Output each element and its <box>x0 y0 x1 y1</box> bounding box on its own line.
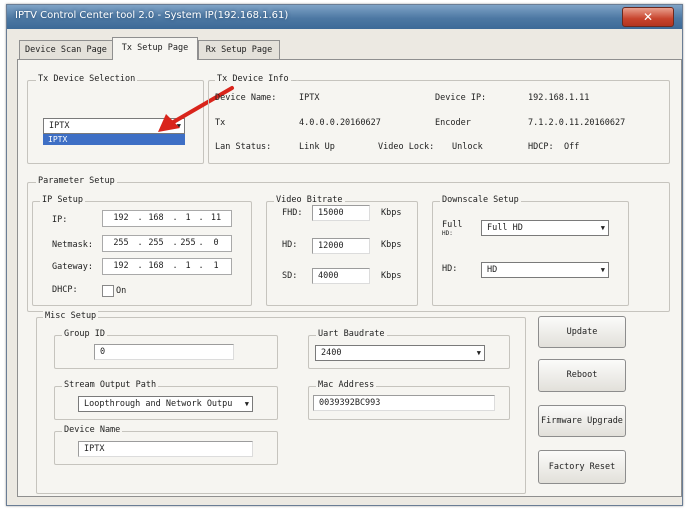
netmask-label: Netmask: <box>52 240 93 250</box>
tx-device-selected-value: IPTX <box>49 121 70 131</box>
ip-setup-title: IP Setup <box>40 195 85 205</box>
tx-device-selection-title: Tx Device Selection <box>36 74 138 84</box>
gateway-label: Gateway: <box>52 262 93 272</box>
fhd-bitrate-input[interactable]: 15000 <box>312 205 370 221</box>
uart-baudrate-value: 2400 <box>321 348 342 358</box>
hdcp-label: HDCP: <box>528 142 554 152</box>
full-hd-downscale-value: Full HD <box>487 223 523 233</box>
hd-downscale-value: HD <box>487 265 498 275</box>
netmask-input[interactable]: 255 . 255 . 255 . 0 <box>102 235 232 252</box>
tx-version-value: 4.0.0.0.20160627 <box>299 118 381 128</box>
stream-output-value: Loopthrough and Network Outpu <box>84 399 233 409</box>
reboot-button[interactable]: Reboot <box>538 359 626 392</box>
chevron-down-icon: ▼ <box>600 266 605 274</box>
hd-bitrate-input[interactable]: 12000 <box>312 238 370 254</box>
ip-label: IP: <box>52 215 68 225</box>
hdcp-value: Off <box>564 142 580 152</box>
full-hd-downscale-select[interactable]: Full HD ▼ <box>481 220 609 236</box>
downscale-setup-group <box>432 201 629 306</box>
ip-octet-2: 168 <box>148 213 164 223</box>
title-bar: IPTV Control Center tool 2.0 - System IP… <box>7 5 682 29</box>
sd-unit: Kbps <box>381 271 402 281</box>
device-name-value: IPTX <box>299 93 320 103</box>
netmask-octet-1: 255 <box>113 238 129 248</box>
close-button[interactable]: ✕ <box>622 7 674 27</box>
mac-address-label: Mac Address <box>316 380 377 390</box>
hd-unit: Kbps <box>381 240 402 250</box>
tx-version-label: Tx <box>215 118 226 128</box>
sd-label: SD: <box>282 271 298 281</box>
uart-baudrate-select[interactable]: 2400 ▼ <box>315 345 485 361</box>
gateway-octet-2: 168 <box>148 261 164 271</box>
app-window: IPTV Control Center tool 2.0 - System IP… <box>6 4 683 506</box>
tx-setup-panel: Tx Device Selection IPTX ▼ IPTX Tx Devic… <box>17 59 682 497</box>
misc-device-name-label: Device Name <box>62 425 123 435</box>
tab-rx-setup[interactable]: Rx Setup Page <box>198 40 280 59</box>
ip-octet-4: 11 <box>210 213 222 223</box>
chevron-down-icon: ▼ <box>600 224 605 232</box>
device-ip-label: Device IP: <box>435 93 487 103</box>
stream-output-select[interactable]: Loopthrough and Network Outpu ▼ <box>78 396 253 412</box>
ip-octet-1: 192 <box>113 213 129 223</box>
lan-status-value: Link Up <box>299 142 335 152</box>
ip-address-input[interactable]: 192 . 168 . 1 . 11 <box>102 210 232 227</box>
fhd-label: FHD: <box>282 208 303 218</box>
sd-bitrate-input[interactable]: 4000 <box>312 268 370 284</box>
group-id-input[interactable]: 0 <box>94 344 234 360</box>
hd-label: HD: <box>282 240 298 250</box>
netmask-octet-2: 255 <box>148 238 164 248</box>
gateway-input[interactable]: 192 . 168 . 1 . 1 <box>102 258 232 275</box>
update-button[interactable]: Update <box>538 316 626 348</box>
lan-status-label: Lan Status: <box>215 142 272 152</box>
mac-address-input[interactable]: 0039392BC993 <box>313 395 495 411</box>
video-lock-value: Unlock <box>452 142 483 152</box>
parameter-setup-title: Parameter Setup <box>36 176 117 186</box>
factory-reset-button[interactable]: Factory Reset <box>538 450 626 484</box>
netmask-octet-4: 0 <box>213 238 219 248</box>
device-ip-value: 192.168.1.11 <box>528 93 590 103</box>
device-name-input[interactable]: IPTX <box>78 441 253 457</box>
gateway-octet-4: 1 <box>213 261 219 271</box>
video-bitrate-title: Video Bitrate <box>274 195 345 205</box>
window-title: IPTV Control Center tool 2.0 - System IP… <box>15 10 289 21</box>
fhd-unit: Kbps <box>381 208 402 218</box>
stream-output-label: Stream Output Path <box>62 380 159 390</box>
dhcp-on-label: On <box>116 286 127 296</box>
tab-device-scan[interactable]: Device Scan Page <box>19 40 113 59</box>
chevron-down-icon: ▼ <box>242 397 249 411</box>
tx-device-dropdown-item[interactable]: IPTX <box>43 134 185 145</box>
firmware-upgrade-button[interactable]: Firmware Upgrade <box>538 405 626 437</box>
device-name-label: Device Name: <box>215 93 277 103</box>
misc-setup-title: Misc Setup <box>43 311 99 321</box>
hd-downscale-select[interactable]: HD ▼ <box>481 262 609 278</box>
chevron-down-icon: ▼ <box>476 349 481 357</box>
encoder-value: 7.1.2.0.11.20160627 <box>528 118 626 128</box>
uart-baudrate-label: Uart Baudrate <box>316 329 387 339</box>
encoder-label: Encoder <box>435 118 471 128</box>
dhcp-checkbox[interactable] <box>102 285 114 297</box>
downscale-setup-title: Downscale Setup <box>440 195 521 205</box>
hd-downscale-label: HD: <box>442 264 458 274</box>
group-id-label: Group ID <box>62 329 107 339</box>
tab-tx-setup[interactable]: Tx Setup Page <box>112 37 198 60</box>
dhcp-label: DHCP: <box>52 285 78 295</box>
tx-device-info-title: Tx Device Info <box>215 74 291 84</box>
gateway-octet-1: 192 <box>113 261 129 271</box>
full-hd-sub-label: HD: <box>442 230 453 237</box>
full-hd-label: Full <box>442 220 463 230</box>
video-lock-label: Video Lock: <box>378 142 435 152</box>
